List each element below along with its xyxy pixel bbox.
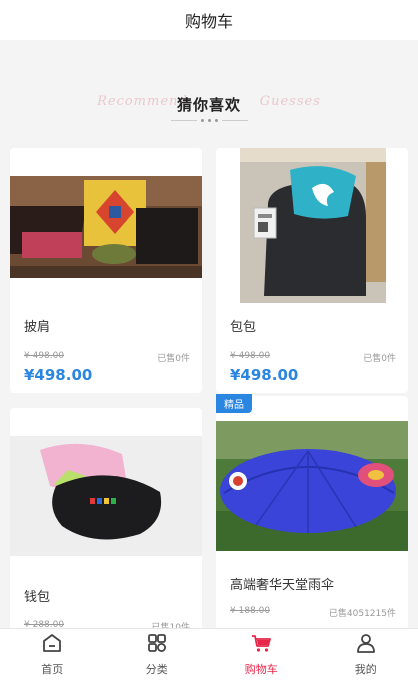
product-image-bag[interactable] xyxy=(216,148,408,303)
original-price: ¥ 498.00 xyxy=(230,351,271,361)
category-grid-icon xyxy=(146,632,168,658)
bottom-tab-bar: 首页 分类 购物车 我的 xyxy=(0,628,418,680)
product-name: 高端奢华天堂雨伞 xyxy=(230,578,335,593)
sold-count: 已售10件 xyxy=(151,623,190,628)
top-bar: 购物车 xyxy=(0,0,418,40)
product-name: 包包 xyxy=(230,320,257,335)
tab-label: 购物车 xyxy=(244,663,278,676)
page-title: 购物车 xyxy=(184,12,233,31)
section-heading: 猜你喜欢 xyxy=(176,96,241,114)
tab-label: 首页 xyxy=(41,663,64,676)
product-card[interactable]: 精品 高端奢华天堂雨伞 ¥ 188.00 已售4051215件 xyxy=(216,394,408,628)
sold-count: 已售0件 xyxy=(157,354,190,364)
product-price: ¥498.00 xyxy=(230,366,299,384)
recommend-banner: Recommend Guesses 猜你喜欢 xyxy=(0,40,418,148)
original-price: ¥ 188.00 xyxy=(230,606,271,616)
home-icon xyxy=(41,632,63,658)
tab-cart[interactable]: 购物车 xyxy=(209,629,314,680)
tab-mine[interactable]: 我的 xyxy=(314,629,418,680)
user-icon xyxy=(355,632,377,658)
product-grid: 披肩 ¥ 498.00 已售0件 ¥498.00 包包 ¥ 498.00 已售0… xyxy=(0,148,418,628)
heading-divider xyxy=(170,119,248,122)
product-image-umbrella[interactable] xyxy=(216,421,408,551)
sold-count: 已售4051215件 xyxy=(328,609,396,619)
tab-category[interactable]: 分类 xyxy=(105,629,210,680)
premium-tag: 精品 xyxy=(216,394,252,413)
product-card[interactable]: 钱包 ¥ 288.00 已售10件 xyxy=(10,408,202,628)
product-card[interactable]: 包包 ¥ 498.00 已售0件 ¥498.00 xyxy=(216,148,408,393)
product-card[interactable]: 披肩 ¥ 498.00 已售0件 ¥498.00 xyxy=(10,148,202,393)
sold-count: 已售0件 xyxy=(363,354,396,364)
original-price: ¥ 498.00 xyxy=(24,351,65,361)
tab-home[interactable]: 首页 xyxy=(0,629,105,680)
product-image-wallet[interactable] xyxy=(10,436,202,556)
product-name: 钱包 xyxy=(24,590,51,605)
original-price: ¥ 288.00 xyxy=(24,620,65,628)
product-price: ¥498.00 xyxy=(24,366,93,384)
product-image-shawl[interactable] xyxy=(10,148,202,303)
content-area[interactable]: Recommend Guesses 猜你喜欢 披肩 ¥ 498.00 已售0件 … xyxy=(0,40,418,628)
cart-icon xyxy=(250,632,272,658)
product-name: 披肩 xyxy=(24,320,51,335)
tab-label: 我的 xyxy=(354,663,377,676)
tab-label: 分类 xyxy=(145,663,168,676)
